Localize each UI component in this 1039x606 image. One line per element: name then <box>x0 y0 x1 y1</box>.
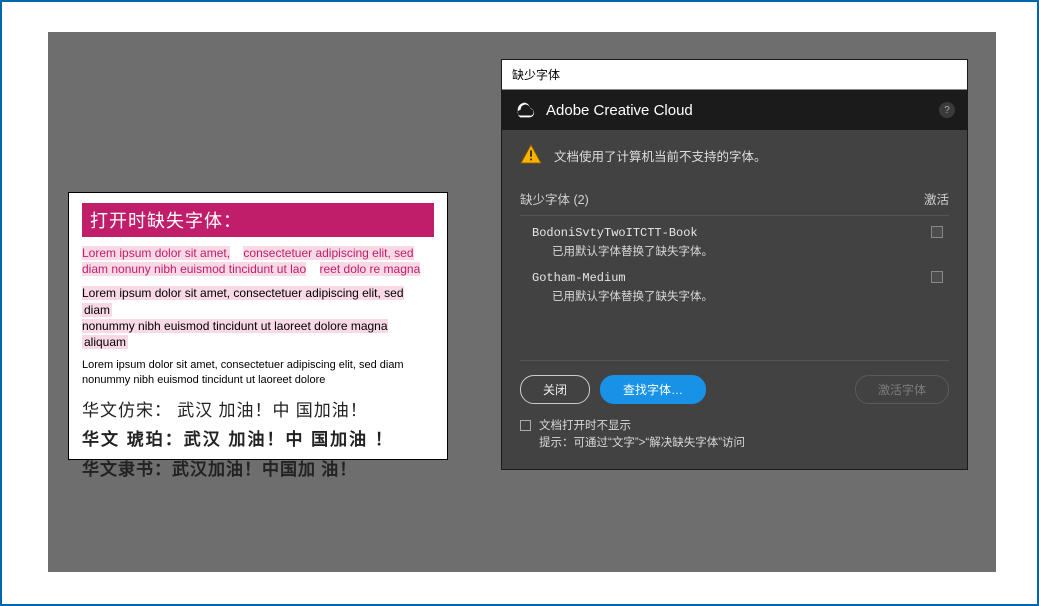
para-1: Lorem ipsum dolor sit amet, consectetuer… <box>82 245 434 277</box>
cc-title: Adobe Creative Cloud <box>546 102 693 119</box>
font-item[interactable]: BodoniSvtyTwoITCTT-Book 已用默认字体替换了缺失字体。 <box>520 222 949 267</box>
creative-cloud-icon <box>514 99 536 121</box>
dont-show-checkbox[interactable] <box>520 420 531 431</box>
para-2: Lorem ipsum dolor sit amet, consectetuer… <box>82 285 434 350</box>
warning-text: 文档使用了计算机当前不支持的字体。 <box>554 146 767 165</box>
font-list-header: 缺少字体 (2) 激活 <box>520 189 949 208</box>
font-status: 已用默认字体替换了缺失字体。 <box>532 288 945 304</box>
divider <box>520 360 949 361</box>
hint-text: 提示：可通过“文字”>“解决缺失字体”访问 <box>539 435 745 452</box>
cjk-line-2: 华文 琥珀：武汉 加油！中 国加油 ！ <box>82 427 434 453</box>
help-icon[interactable]: ? <box>939 102 955 118</box>
dialog-title: 缺少字体 <box>502 60 967 90</box>
missing-count: 缺少字体 (2) <box>520 189 589 208</box>
document-preview: 打开时缺失字体： Lorem ipsum dolor sit amet, con… <box>68 192 448 460</box>
doc-heading: 打开时缺失字体： <box>82 203 434 237</box>
warning-icon <box>520 144 542 167</box>
cjk-line-1: 华文仿宋： 武汉 加油！中 国加油！ <box>82 398 434 424</box>
font-name: Gotham-Medium <box>532 271 945 285</box>
activate-checkbox[interactable] <box>931 271 943 283</box>
activate-checkbox[interactable] <box>931 226 943 238</box>
font-name: BodoniSvtyTwoITCTT-Book <box>532 226 945 240</box>
warning-row: 文档使用了计算机当前不支持的字体。 <box>520 144 949 167</box>
find-fonts-button[interactable]: 查找字体… <box>600 375 706 404</box>
cjk-line-3: 华文隶书：武汉加油！中国加 油！ <box>82 457 434 483</box>
activate-col: 激活 <box>924 189 949 208</box>
close-button[interactable]: 关闭 <box>520 375 590 404</box>
font-status: 已用默认字体替换了缺失字体。 <box>532 243 945 259</box>
missing-fonts-dialog: 缺少字体 Adobe Creative Cloud ? 文档使用了计算机当前不支… <box>501 59 968 470</box>
font-item[interactable]: Gotham-Medium 已用默认字体替换了缺失字体。 <box>520 267 949 312</box>
creative-cloud-bar: Adobe Creative Cloud ? <box>502 90 967 130</box>
font-list: BodoniSvtyTwoITCTT-Book 已用默认字体替换了缺失字体。 G… <box>520 215 949 312</box>
dont-show-label: 文档打开时不显示 <box>539 418 745 435</box>
activate-fonts-button: 激活字体 <box>855 375 949 404</box>
para-3: Lorem ipsum dolor sit amet, consectetuer… <box>82 358 434 388</box>
